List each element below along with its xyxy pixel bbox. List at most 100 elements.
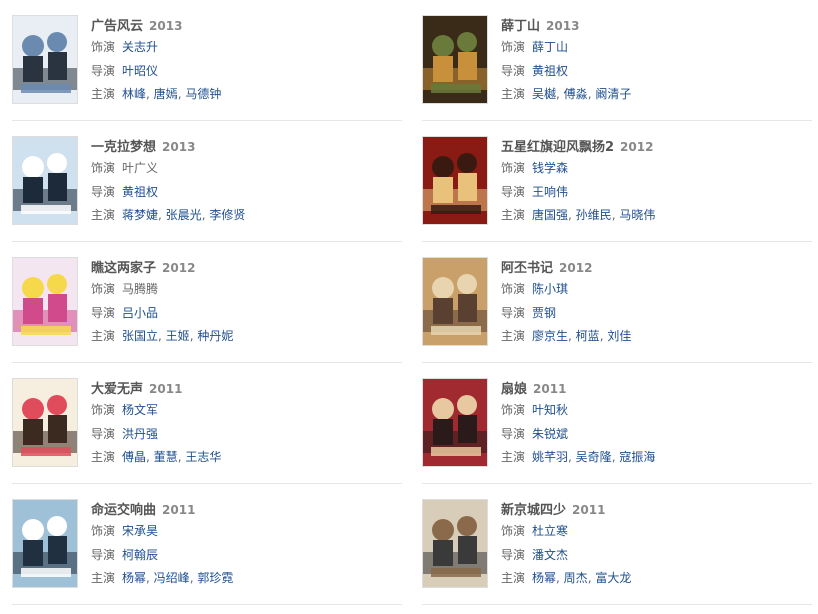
person-link[interactable]: 董慧 [154, 450, 178, 464]
poster-image [13, 16, 77, 103]
person-link[interactable]: 马晓伟 [619, 208, 655, 222]
filmography-item: 广告风云 2013 饰演 关志升 导演 叶昭仪 主演 林峰, 唐嫣, 马德钟 [12, 0, 402, 121]
cast-row: 主演 林峰, 唐嫣, 马德钟 [91, 83, 391, 107]
drama-poster[interactable] [422, 378, 488, 467]
person-link[interactable]: 王姬 [166, 329, 190, 343]
person-link[interactable]: 宋承昊 [122, 524, 158, 538]
person-link[interactable]: 寇振海 [619, 450, 655, 464]
person-link[interactable]: 唐国强 [532, 208, 568, 222]
drama-title[interactable]: 瞧这两家子 [91, 261, 156, 276]
person-link[interactable]: 薛丁山 [532, 40, 568, 54]
drama-poster[interactable] [12, 257, 78, 346]
drama-title[interactable]: 扇娘 [501, 382, 527, 397]
drama-title-line: 广告风云 2013 [91, 16, 391, 36]
drama-poster[interactable] [12, 136, 78, 225]
person-link[interactable]: 吕小品 [122, 306, 158, 320]
person-link[interactable]: 种丹妮 [197, 329, 233, 343]
drama-poster[interactable] [422, 257, 488, 346]
director-names: 洪丹强 [122, 427, 158, 441]
person-link[interactable]: 王响伟 [532, 185, 568, 199]
drama-title[interactable]: 新京城四少 [501, 503, 566, 518]
cast-row: 主演 吴樾, 傅淼, 阚清子 [501, 83, 801, 107]
cast-label: 主演 [91, 450, 116, 464]
filmography-item: 新京城四少 2011 饰演 杜立寒 导演 潘文杰 主演 杨幂, 周杰, 富大龙 [422, 484, 812, 605]
person-link[interactable]: 柯蓝 [576, 329, 600, 343]
drama-title-line: 一克拉梦想 2013 [91, 137, 391, 157]
role-names: 宋承昊 [122, 524, 158, 538]
drama-year: 2013 [546, 19, 580, 33]
person-link[interactable]: 唐嫣 [154, 87, 178, 101]
drama-title[interactable]: 薛丁山 [501, 19, 540, 34]
cast-row: 主演 傅晶, 董慧, 王志华 [91, 446, 391, 470]
person-link[interactable]: 王志华 [185, 450, 221, 464]
role-row: 饰演 薛丁山 [501, 36, 801, 60]
person-link[interactable]: 张晨光 [166, 208, 202, 222]
person-link[interactable]: 叶昭仪 [122, 64, 158, 78]
drama-title[interactable]: 阿丕书记 [501, 261, 553, 276]
person-link[interactable]: 朱锐斌 [532, 427, 568, 441]
name-separator: , [146, 87, 154, 101]
person-link[interactable]: 马德钟 [185, 87, 221, 101]
person-link[interactable]: 吴樾 [532, 87, 556, 101]
person-link[interactable]: 叶知秋 [532, 403, 568, 417]
person-link[interactable]: 姚芊羽 [532, 450, 568, 464]
person-link[interactable]: 杨幂 [532, 571, 556, 585]
person-link[interactable]: 蒋梦婕 [122, 208, 158, 222]
drama-year: 2012 [162, 261, 196, 275]
drama-year: 2012 [559, 261, 593, 275]
director-row: 导演 洪丹强 [91, 423, 391, 447]
director-names: 柯翰辰 [122, 548, 158, 562]
director-label: 导演 [501, 63, 526, 78]
person-link[interactable]: 杨幂 [122, 571, 146, 585]
person-link[interactable]: 杜立寒 [532, 524, 568, 538]
director-names: 王响伟 [532, 185, 568, 199]
name-separator: , [556, 87, 564, 101]
cast-names: 廖京生, 柯蓝, 刘佳 [532, 329, 631, 343]
person-link[interactable]: 关志升 [122, 40, 158, 54]
person-link[interactable]: 潘文杰 [532, 548, 568, 562]
person-link[interactable]: 杨文军 [122, 403, 158, 417]
drama-title[interactable]: 一克拉梦想 [91, 140, 156, 155]
role-names: 马腾腾 [122, 282, 158, 296]
cast-names: 吴樾, 傅淼, 阚清子 [532, 87, 631, 101]
drama-title[interactable]: 广告风云 [91, 19, 143, 34]
person-link[interactable]: 孙维民 [576, 208, 612, 222]
person-link[interactable]: 阚清子 [595, 87, 631, 101]
drama-poster[interactable] [422, 136, 488, 225]
person-link[interactable]: 傅晶 [122, 450, 146, 464]
person-link[interactable]: 张国立 [122, 329, 158, 343]
person-link[interactable]: 吴奇隆 [576, 450, 612, 464]
drama-title[interactable]: 五星红旗迎风飘扬2 [501, 140, 614, 155]
person-link[interactable]: 郭珍霓 [197, 571, 233, 585]
drama-info: 一克拉梦想 2013 饰演 叶广义 导演 黄祖权 主演 蒋梦婕, 张晨光, 李修贤 [91, 137, 391, 228]
director-row: 导演 朱锐斌 [501, 423, 801, 447]
person-link[interactable]: 陈小琪 [532, 282, 568, 296]
person-link[interactable]: 刘佳 [607, 329, 631, 343]
drama-title[interactable]: 大爱无声 [91, 382, 143, 397]
person-link[interactable]: 黄祖权 [532, 64, 568, 78]
person-link[interactable]: 林峰 [122, 87, 146, 101]
drama-poster[interactable] [422, 499, 488, 588]
person-link[interactable]: 傅淼 [564, 87, 588, 101]
drama-title[interactable]: 命运交响曲 [91, 503, 156, 518]
person-link[interactable]: 冯绍峰 [154, 571, 190, 585]
person-link[interactable]: 黄祖权 [122, 185, 158, 199]
drama-poster[interactable] [12, 15, 78, 104]
person-link[interactable]: 贾钢 [532, 306, 556, 320]
drama-poster[interactable] [12, 378, 78, 467]
role-names: 杜立寒 [532, 524, 568, 538]
name-separator: , [556, 571, 564, 585]
person-link[interactable]: 李修贤 [209, 208, 245, 222]
person-link[interactable]: 廖京生 [532, 329, 568, 343]
role-row: 饰演 杨文军 [91, 399, 391, 423]
person-link[interactable]: 周杰 [564, 571, 588, 585]
drama-title-line: 命运交响曲 2011 [91, 500, 391, 520]
person-link[interactable]: 钱学森 [532, 161, 568, 175]
drama-poster[interactable] [422, 15, 488, 104]
poster-image [13, 258, 77, 345]
drama-poster[interactable] [12, 499, 78, 588]
person-link[interactable]: 洪丹强 [122, 427, 158, 441]
person-link[interactable]: 富大龙 [595, 571, 631, 585]
person-link[interactable]: 柯翰辰 [122, 548, 158, 562]
drama-title-line: 瞧这两家子 2012 [91, 258, 391, 278]
